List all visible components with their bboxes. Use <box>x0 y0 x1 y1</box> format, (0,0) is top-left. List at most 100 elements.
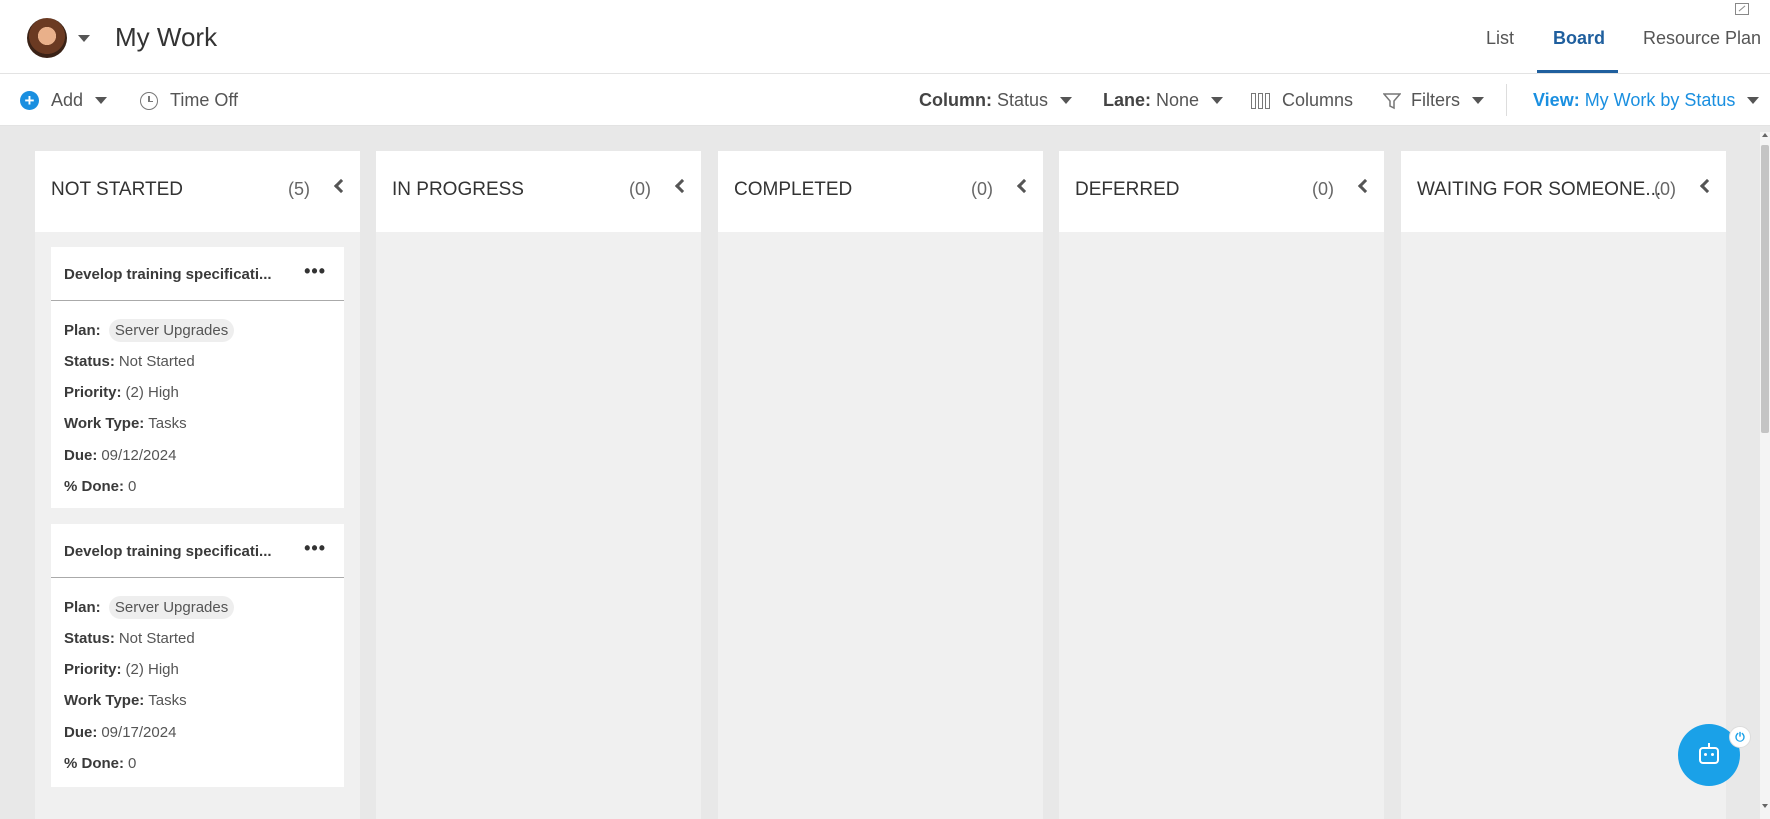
field-value: 09/17/2024 <box>101 724 177 741</box>
card-field-status: Status: Not Started <box>64 630 195 647</box>
chevron-left-icon[interactable] <box>1357 178 1373 194</box>
column-title: IN PROGRESS <box>392 179 524 200</box>
view-key: View: <box>1533 90 1580 110</box>
lane-value: None <box>1156 90 1200 110</box>
column-title: WAITING FOR SOMEONE... <box>1417 179 1662 200</box>
card-field-done: % Done: 0 <box>64 755 136 772</box>
column-header: COMPLETED (0) <box>718 151 1043 232</box>
field-value: (2) High <box>125 661 179 678</box>
plan-chip[interactable]: Server Upgrades <box>108 596 235 619</box>
card-field-done: % Done: 0 <box>64 478 136 495</box>
field-label: % Done: <box>64 755 124 772</box>
field-value: 09/12/2024 <box>101 447 177 464</box>
field-label: Priority: <box>64 384 122 401</box>
power-icon[interactable]: ⏻ <box>1729 726 1751 748</box>
tab-list[interactable]: List <box>1486 28 1514 49</box>
board-column-waiting: WAITING FOR SOMEONE... (0) <box>1401 151 1726 819</box>
lane-key: Lane: <box>1103 90 1152 110</box>
column-title: COMPLETED <box>734 179 853 200</box>
column-header: WAITING FOR SOMEONE... (0) <box>1401 151 1726 232</box>
field-label: Due: <box>64 447 98 464</box>
column-count: (0) <box>971 179 993 199</box>
field-value: Tasks <box>148 415 187 432</box>
scroll-down-icon[interactable] <box>1762 804 1768 808</box>
toolbar: + Add Time Off Column: Status Lane: None… <box>0 74 1770 126</box>
chevron-down-icon <box>1747 97 1760 104</box>
field-label: Plan: <box>64 322 101 339</box>
column-value: Status <box>996 90 1049 110</box>
card-field-priority: Priority: (2) High <box>64 661 179 678</box>
field-label: Status: <box>64 353 115 370</box>
page-title: My Work <box>115 22 218 52</box>
card-title[interactable]: Develop training specificati... <box>64 266 289 283</box>
column-count: (0) <box>1312 179 1334 199</box>
card-field-status: Status: Not Started <box>64 353 195 370</box>
column-title: DEFERRED <box>1075 179 1180 200</box>
chevron-left-icon[interactable] <box>1016 178 1032 194</box>
add-button[interactable]: + Add <box>20 90 108 111</box>
column-count: (5) <box>288 179 310 199</box>
card-field-priority: Priority: (2) High <box>64 384 179 401</box>
task-card[interactable]: Develop training specificati... ••• Plan… <box>51 524 344 787</box>
field-label: Due: <box>64 724 98 741</box>
task-card[interactable]: Develop training specificati... ••• Plan… <box>51 247 344 508</box>
card-header: Develop training specificati... ••• <box>51 524 344 578</box>
lane-selector[interactable]: Lane: None <box>1103 90 1224 111</box>
bot-icon <box>1699 742 1719 764</box>
chevron-left-icon[interactable] <box>674 178 690 194</box>
filters-label: Filters <box>1411 90 1460 110</box>
kanban-board: NOT STARTED (5) Develop training specifi… <box>0 126 1770 819</box>
field-label: % Done: <box>64 478 124 495</box>
user-avatar[interactable] <box>27 18 67 58</box>
field-value: (2) High <box>125 384 179 401</box>
board-column-in-progress: IN PROGRESS (0) <box>376 151 701 819</box>
column-count: (0) <box>1654 179 1676 199</box>
active-tab-indicator <box>1537 70 1618 73</box>
tab-board[interactable]: Board <box>1553 28 1605 49</box>
board-column-not-started: NOT STARTED (5) Develop training specifi… <box>35 151 360 819</box>
card-field-due: Due: 09/17/2024 <box>64 724 176 741</box>
card-field-due: Due: 09/12/2024 <box>64 447 176 464</box>
chevron-left-icon[interactable] <box>333 178 349 194</box>
columns-button[interactable]: Columns <box>1251 90 1353 111</box>
filters-button[interactable]: Filters <box>1383 90 1484 111</box>
column-header: DEFERRED (0) <box>1059 151 1384 232</box>
time-off-button[interactable]: Time Off <box>140 90 238 111</box>
app-header: My Work List Board Resource Plan <box>0 0 1770 74</box>
more-options-icon[interactable]: ••• <box>304 538 326 559</box>
field-label: Status: <box>64 630 115 647</box>
filter-icon <box>1383 92 1401 109</box>
card-field-work-type: Work Type: Tasks <box>64 692 187 709</box>
card-title[interactable]: Develop training specificati... <box>64 543 289 560</box>
chevron-down-icon[interactable] <box>78 35 90 42</box>
field-label: Plan: <box>64 599 101 616</box>
expand-icon[interactable] <box>1735 3 1749 15</box>
column-count: (0) <box>629 179 651 199</box>
field-label: Work Type: <box>64 692 145 709</box>
field-label: Work Type: <box>64 415 145 432</box>
card-field-plan: Plan: Server Upgrades <box>64 319 235 342</box>
plus-circle-icon: + <box>20 91 39 110</box>
more-options-icon[interactable]: ••• <box>304 261 326 282</box>
chevron-left-icon[interactable] <box>1699 178 1715 194</box>
plan-chip[interactable]: Server Upgrades <box>108 319 235 342</box>
column-header: IN PROGRESS (0) <box>376 151 701 232</box>
field-value: Tasks <box>148 692 187 709</box>
scrollbar-thumb[interactable] <box>1761 145 1769 433</box>
field-value: Not Started <box>118 353 195 370</box>
card-field-work-type: Work Type: Tasks <box>64 415 187 432</box>
field-value: 0 <box>128 478 137 495</box>
toolbar-divider <box>1506 84 1507 116</box>
chevron-down-icon <box>1472 97 1484 104</box>
column-selector[interactable]: Column: Status <box>919 90 1073 111</box>
columns-icon <box>1251 92 1270 109</box>
card-field-plan: Plan: Server Upgrades <box>64 596 235 619</box>
column-header: NOT STARTED (5) <box>35 151 360 232</box>
scroll-up-icon[interactable] <box>1762 133 1768 137</box>
tab-resource-plan[interactable]: Resource Plan <box>1643 28 1761 49</box>
column-title: NOT STARTED <box>51 179 183 200</box>
view-selector[interactable]: View: My Work by Status <box>1533 90 1760 111</box>
chevron-down-icon <box>95 97 108 104</box>
clock-icon <box>140 91 158 110</box>
time-off-label: Time Off <box>170 90 239 110</box>
